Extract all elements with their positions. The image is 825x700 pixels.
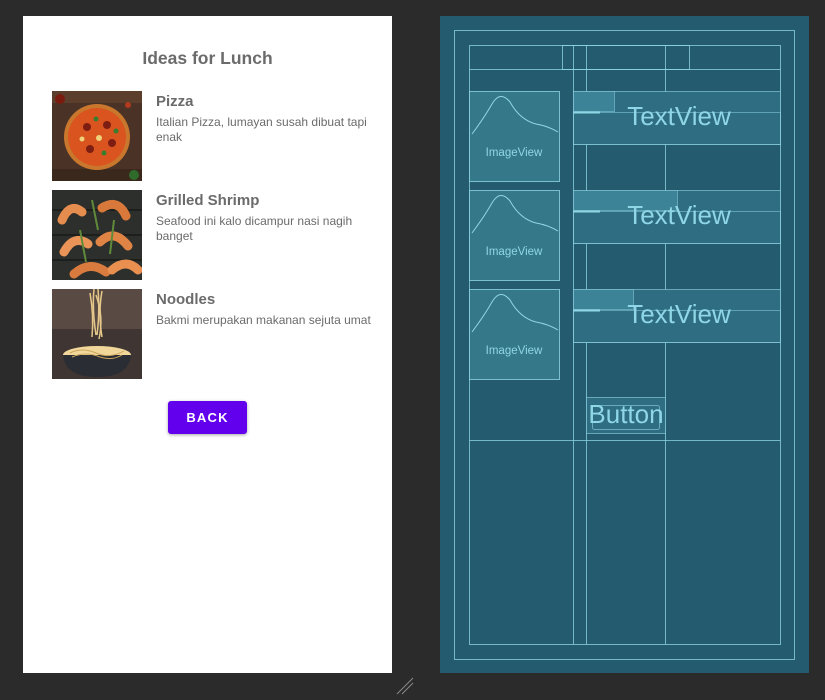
design-preview: Ideas for Lunch Pizza Italian Pizza, lum… bbox=[23, 16, 392, 673]
blueprint-preview: ImageView TextView ImageView TextView Im… bbox=[440, 16, 809, 673]
blueprint-row: ImageView TextView bbox=[469, 91, 781, 182]
blueprint-image-label: ImageView bbox=[486, 345, 543, 357]
blueprint-image-view bbox=[469, 91, 560, 182]
blueprint-image-view bbox=[469, 190, 560, 281]
blueprint-row: ImageView TextView bbox=[469, 190, 781, 281]
blueprint-image-label: ImageView bbox=[486, 246, 543, 258]
screen-title: Ideas for Lunch bbox=[142, 48, 273, 68]
blueprint-button: Button bbox=[586, 397, 666, 434]
blueprint-image-label: ImageView bbox=[486, 147, 543, 159]
food-name: Noodles bbox=[156, 291, 216, 308]
blueprint-title-view bbox=[562, 45, 690, 70]
food-description: Italian Pizza, lumayan susah dibuat tapi… bbox=[156, 115, 367, 144]
blueprint-text-label: TextView bbox=[627, 101, 731, 131]
pizza-image bbox=[52, 91, 142, 181]
blueprint-button-label: Button bbox=[588, 399, 663, 429]
food-name: Pizza bbox=[156, 93, 194, 110]
blueprint-canvas: ImageView TextView ImageView TextView Im… bbox=[454, 30, 795, 660]
resize-handle-icon[interactable] bbox=[396, 677, 414, 695]
food-name: Grilled Shrimp bbox=[156, 192, 260, 209]
food-item[interactable]: Pizza Italian Pizza, lumayan susah dibua… bbox=[52, 91, 382, 181]
back-button[interactable]: BACK bbox=[168, 401, 247, 434]
noodles-image bbox=[52, 289, 142, 379]
shrimp-image bbox=[52, 190, 142, 280]
blueprint-row: ImageView TextView bbox=[469, 289, 781, 380]
food-description: Bakmi merupakan makanan sejuta umat bbox=[156, 313, 371, 327]
food-description: Seafood ini kalo dicampur nasi nagih ban… bbox=[156, 214, 353, 243]
blueprint-text-label: TextView bbox=[627, 200, 731, 230]
blueprint-text-label: TextView bbox=[627, 299, 731, 329]
food-item[interactable]: Noodles Bakmi merupakan makanan sejuta u… bbox=[52, 289, 382, 379]
blueprint-image-view bbox=[469, 289, 560, 380]
food-item[interactable]: Grilled Shrimp Seafood ini kalo dicampur… bbox=[52, 190, 382, 280]
